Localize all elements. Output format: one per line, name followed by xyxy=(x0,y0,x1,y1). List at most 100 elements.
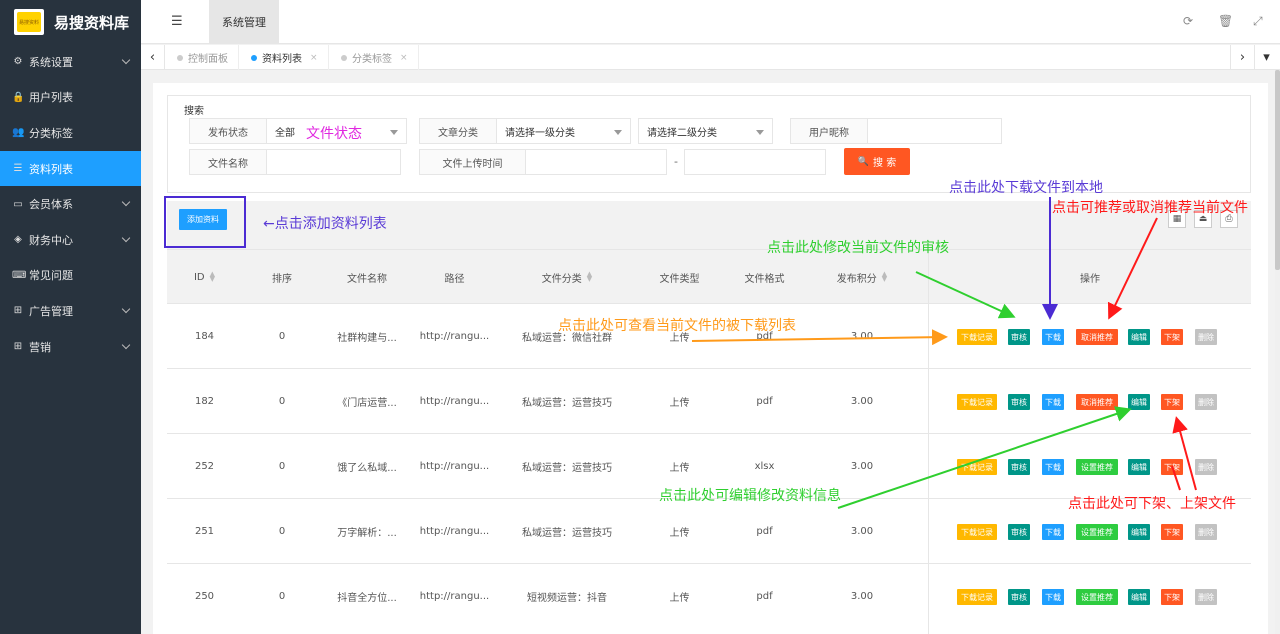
tab-menu-chevron-down-icon[interactable]: ▾ xyxy=(1254,45,1278,70)
scrollbar-thumb[interactable] xyxy=(1275,70,1280,270)
filename-label: 文件名称 xyxy=(189,149,267,175)
close-icon[interactable]: × xyxy=(400,53,408,63)
tab-scroll-right-icon[interactable]: › xyxy=(1230,45,1254,70)
download-log-button[interactable]: 下载记录 xyxy=(957,589,997,605)
delete-button[interactable]: 删除 xyxy=(1195,524,1217,540)
download-button[interactable]: 下载 xyxy=(1042,394,1064,410)
sidebar-item-6[interactable]: ⌨ 常见问题 xyxy=(0,258,141,294)
ops-divider xyxy=(928,249,929,634)
edit-button[interactable]: 编辑 xyxy=(1128,524,1150,540)
download-log-button[interactable]: 下载记录 xyxy=(957,524,997,540)
tab-scroll-left-icon[interactable]: ‹ xyxy=(141,45,165,70)
download-button[interactable]: 下载 xyxy=(1042,524,1064,540)
audit-button[interactable]: 审核 xyxy=(1008,459,1030,475)
table-row: 182 0 《门店运营... http://rangu... 私域运营：运营技巧 上传 pd… xyxy=(167,368,1251,433)
search-button[interactable]: 🔍 搜 索 xyxy=(844,148,910,175)
sidebar: 易搜资料 易搜资料库 ⚙ 系统设置 🔒 用户列表 👥 分类标签 ☰ 资料列表 ▭ 会员体系 ◈ 财务中… xyxy=(0,0,141,634)
table-row: 184 0 社群构建与... http://rangu... 私域运营：微信社群 上传 pd… xyxy=(167,303,1251,368)
tab-label: 控制面板 xyxy=(188,54,228,65)
sidebar-item-5[interactable]: ◈ 财务中心 xyxy=(0,222,141,258)
tab-material-list[interactable]: 资料列表 × xyxy=(241,45,329,70)
audit-button[interactable]: 审核 xyxy=(1008,394,1030,410)
range-separator: - xyxy=(674,155,678,168)
cell-category: 私域运营：运营技巧 xyxy=(522,528,612,539)
cell-filename: 抖音全方位... xyxy=(337,593,397,604)
filename-input[interactable] xyxy=(266,149,401,175)
refresh-icon[interactable]: ⟳ xyxy=(1183,14,1193,28)
sidebar-item-label: 常见问题 xyxy=(29,269,73,283)
download-button[interactable]: 下载 xyxy=(1042,329,1064,345)
th-points[interactable]: 发布积分 ▲ ▼ xyxy=(807,250,917,304)
sidebar-item-1[interactable]: 🔒 用户列表 xyxy=(0,80,141,116)
delete-button[interactable]: 删除 xyxy=(1195,459,1217,475)
edit-button[interactable]: 编辑 xyxy=(1128,459,1150,475)
recommend-button[interactable]: 取消推荐 xyxy=(1076,329,1118,345)
recommend-button[interactable]: 设置推荐 xyxy=(1076,524,1118,540)
sidebar-item-2[interactable]: 👥 分类标签 xyxy=(0,115,141,151)
audit-button[interactable]: 审核 xyxy=(1008,524,1030,540)
cell-category: 私域运营：运营技巧 xyxy=(522,463,612,474)
audit-button[interactable]: 审核 xyxy=(1008,329,1030,345)
download-log-button[interactable]: 下载记录 xyxy=(957,459,997,475)
tab-label: 分类标签 xyxy=(352,54,392,65)
gear-icon: ⚙ xyxy=(13,56,23,68)
trash-icon[interactable]: 🗑 xyxy=(1218,14,1233,28)
tab-category-tags[interactable]: 分类标签 × xyxy=(331,45,419,70)
delete-button[interactable]: 删除 xyxy=(1195,589,1217,605)
annotation-download-local: 点击此处下载文件到本地 xyxy=(949,180,1103,196)
sidebar-item-0[interactable]: ⚙ 系统设置 xyxy=(0,44,141,80)
table-header: ID ▲ ▼ 排序 文件名称 路径 文件分类 ▲ ▼ 文件类型 文件格式 发布积分 ▲ ▼ … xyxy=(167,249,1251,303)
recommend-button[interactable]: 取消推荐 xyxy=(1076,394,1118,410)
fullscreen-icon[interactable]: ⤢ xyxy=(1253,14,1263,29)
tab-dashboard[interactable]: 控制面板 xyxy=(167,45,239,70)
download-log-button[interactable]: 下载记录 xyxy=(957,329,997,345)
cell-id: 182 xyxy=(194,396,215,407)
sidebar-item-4[interactable]: ▭ 会员体系 xyxy=(0,186,141,222)
logo-bar: 易搜资料 易搜资料库 xyxy=(0,0,141,44)
download-button[interactable]: 下载 xyxy=(1042,459,1064,475)
cell-filename: 饿了么私域... xyxy=(337,463,397,474)
edit-button[interactable]: 编辑 xyxy=(1128,329,1150,345)
category2-select[interactable]: 请选择二级分类 xyxy=(638,118,773,144)
upload-time-start-input[interactable] xyxy=(525,149,667,175)
cell-id: 184 xyxy=(194,331,215,342)
delete-button[interactable]: 删除 xyxy=(1195,394,1217,410)
category-label: 文章分类 xyxy=(419,118,497,144)
cell-sort: 0 xyxy=(278,331,286,342)
upload-time-end-input[interactable] xyxy=(684,149,826,175)
sidebar-item-8[interactable]: ⊞ 营销 xyxy=(0,329,141,365)
add-button-highlight xyxy=(164,196,246,248)
unpublish-button[interactable]: 下架 xyxy=(1161,589,1183,605)
edit-button[interactable]: 编辑 xyxy=(1128,589,1150,605)
unpublish-button[interactable]: 下架 xyxy=(1161,459,1183,475)
unpublish-button[interactable]: 下架 xyxy=(1161,524,1183,540)
edit-button[interactable]: 编辑 xyxy=(1128,394,1150,410)
sidebar-item-label: 营销 xyxy=(29,340,51,354)
th-id[interactable]: ID ▲ ▼ xyxy=(167,250,242,304)
th-category[interactable]: 文件分类 ▲ ▼ xyxy=(497,250,637,304)
system-manage-tab[interactable]: 系统管理 xyxy=(209,0,279,44)
download-button[interactable]: 下载 xyxy=(1042,589,1064,605)
unpublish-button[interactable]: 下架 xyxy=(1161,329,1183,345)
close-icon[interactable]: × xyxy=(310,53,318,63)
unpublish-button[interactable]: 下架 xyxy=(1161,394,1183,410)
menu-toggle-icon[interactable]: ☰ xyxy=(171,14,183,29)
search-icon: 🔍 xyxy=(857,156,870,167)
th-path: 路径 xyxy=(444,273,465,285)
sidebar-item-3[interactable]: ☰ 资料列表 xyxy=(0,150,141,187)
download-log-button[interactable]: 下载记录 xyxy=(957,394,997,410)
delete-button[interactable]: 删除 xyxy=(1195,329,1217,345)
category1-select[interactable]: 请选择一级分类 xyxy=(496,118,631,144)
sidebar-item-label: 会员体系 xyxy=(29,198,73,212)
recommend-button[interactable]: 设置推荐 xyxy=(1076,459,1118,475)
recommend-button[interactable]: 设置推荐 xyxy=(1076,589,1118,605)
cell-id: 252 xyxy=(194,461,215,472)
audit-button[interactable]: 审核 xyxy=(1008,589,1030,605)
sidebar-item-7[interactable]: ⊞ 广告管理 xyxy=(0,293,141,329)
tab-dot-icon xyxy=(251,54,257,61)
cell-category: 私域运营：微信社群 xyxy=(522,333,612,344)
nickname-label: 用户昵称 xyxy=(790,118,868,144)
page-scrollbar[interactable] xyxy=(1275,70,1280,634)
th-id-label: ID xyxy=(193,271,205,283)
nickname-input[interactable] xyxy=(867,118,1002,144)
